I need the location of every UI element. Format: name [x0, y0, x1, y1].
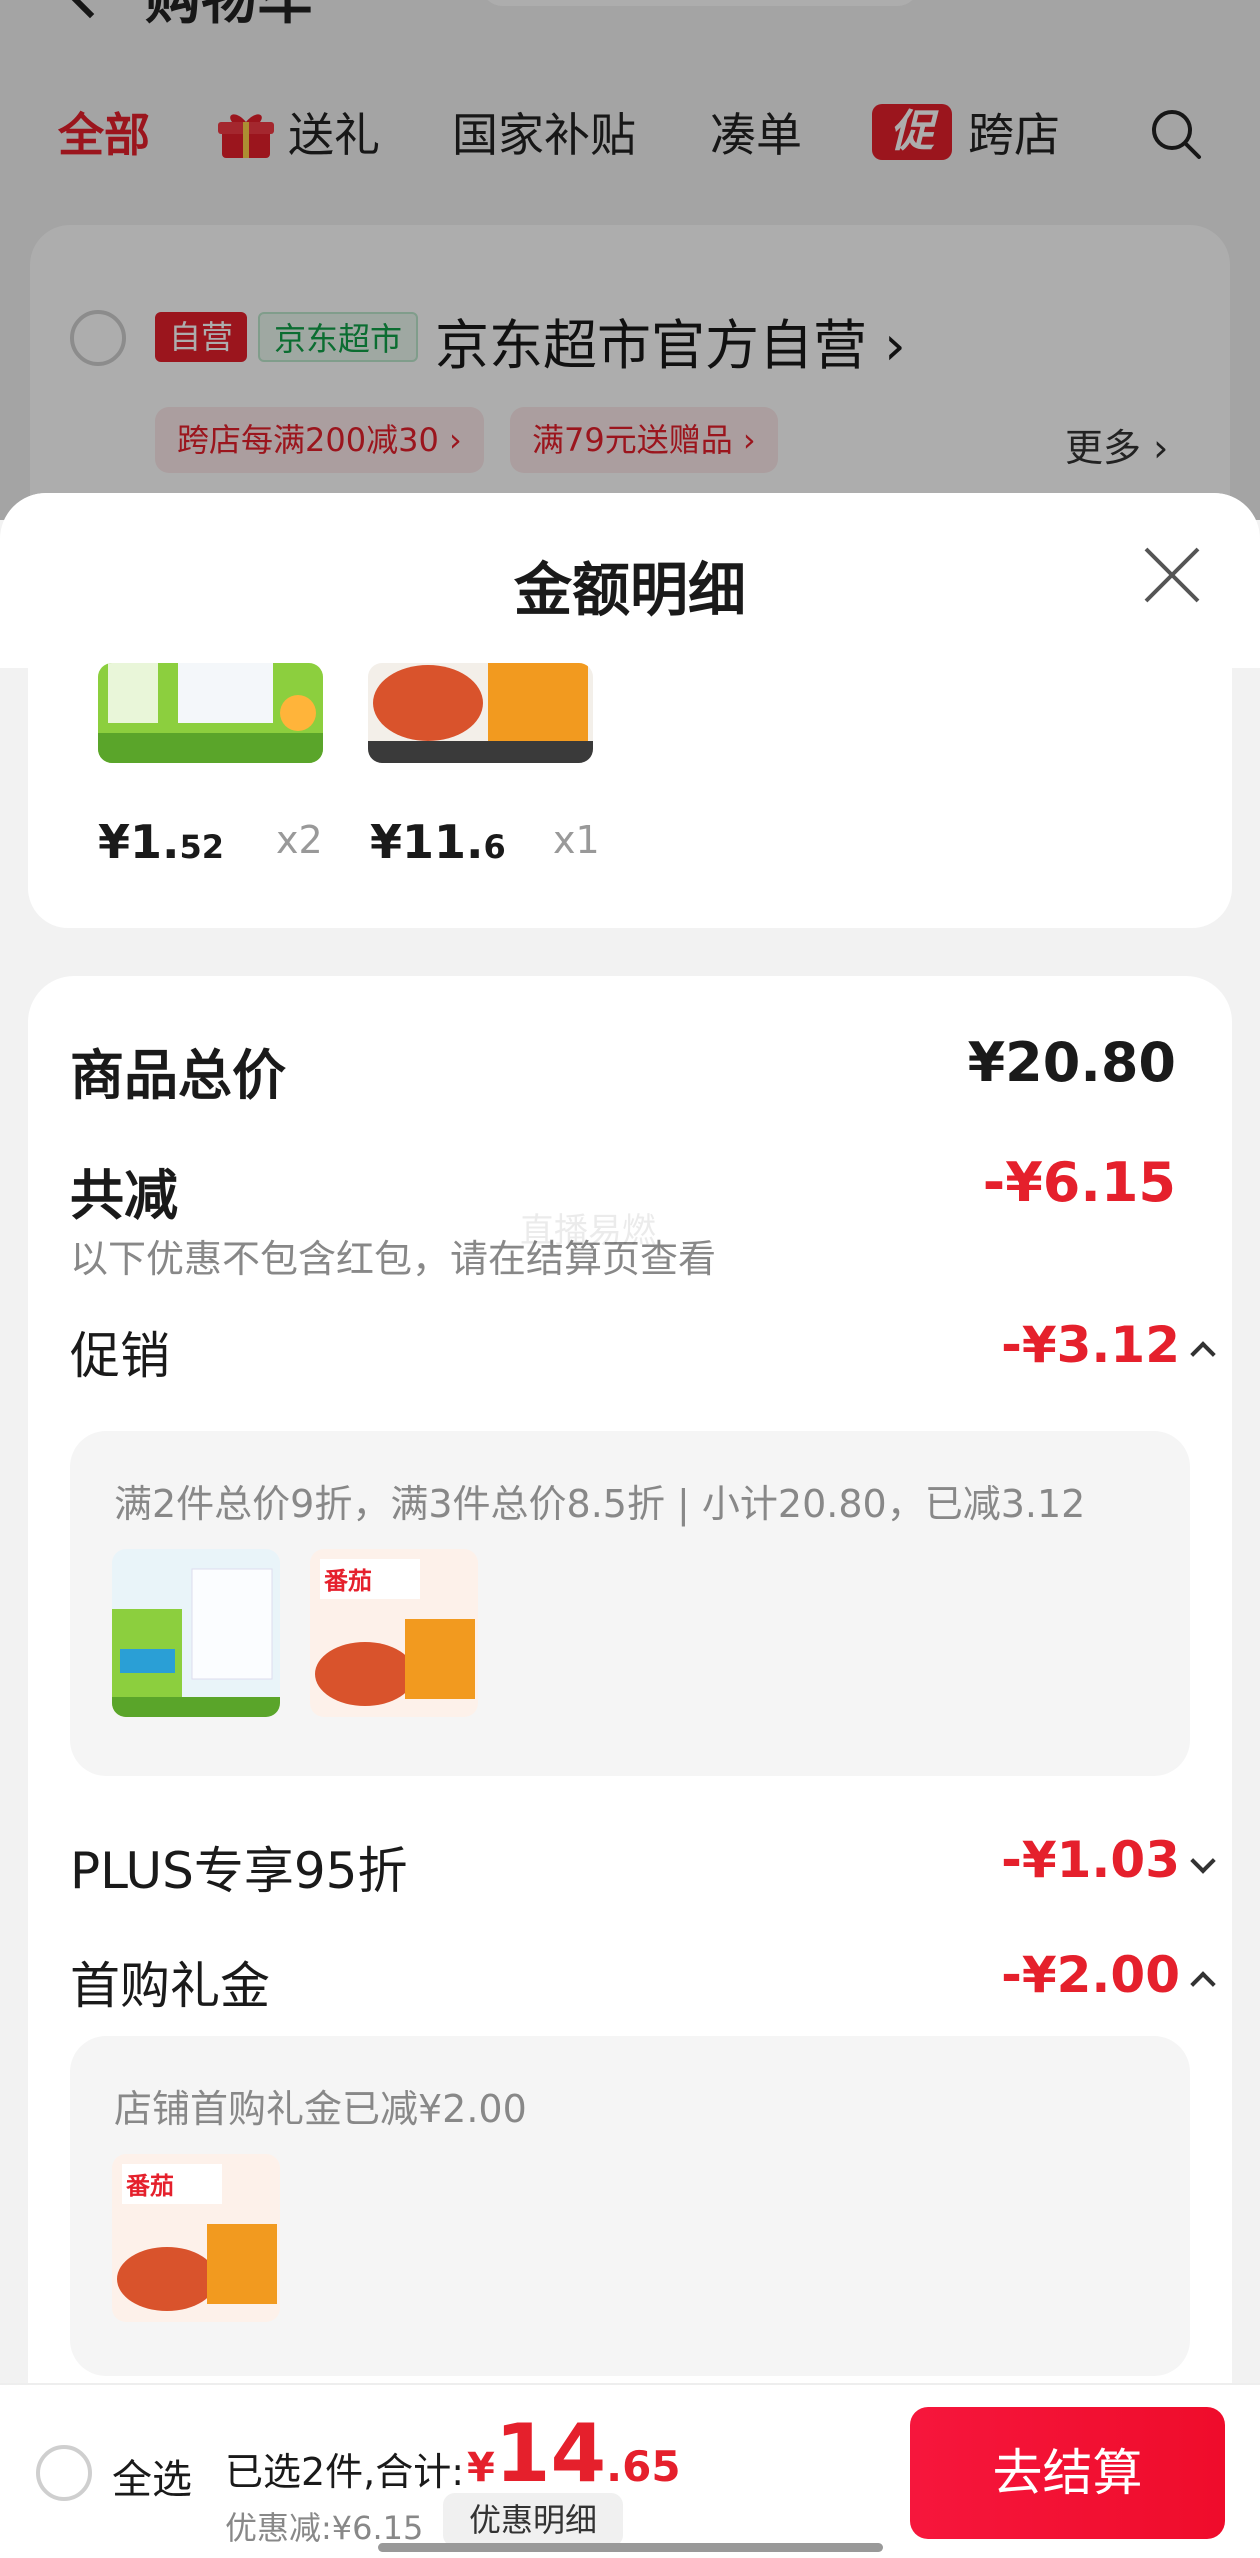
tomato-noodle-thumb: 番茄 — [310, 1549, 478, 1717]
tomato-noodle-thumb: 番茄 — [112, 2154, 280, 2322]
checkout-bar: 全选 已选2件,合计: ¥14.65 优惠减:¥6.15 优惠明细 去结算 — [0, 2383, 1260, 2558]
chevron-up-icon — [1190, 1970, 1216, 1997]
salt-product-thumb — [112, 1549, 280, 1717]
chevron-down-icon — [1190, 1847, 1216, 1874]
sheet-header: 金额明细 — [0, 493, 1260, 668]
plus-discount-value: -¥1.03 — [1001, 1831, 1180, 1889]
plus-discount-label: PLUS专享95折 — [70, 1842, 408, 1900]
promo-value: -¥3.12 — [1001, 1316, 1180, 1374]
item-price-2: ¥11.6 — [370, 815, 506, 869]
total-reduce-label: 共减 — [70, 1164, 178, 1227]
total-amount: ¥14.65 — [467, 2407, 681, 2500]
promo-label: 促销 — [70, 1327, 170, 1385]
plus-row-toggle[interactable]: -¥1.03 — [1001, 1831, 1216, 1889]
select-all-radio[interactable] — [36, 2445, 92, 2501]
item-qty-2: x1 — [553, 818, 600, 862]
chevron-up-icon — [1190, 1340, 1216, 1367]
selected-count: 已选2件,合计: — [225, 2450, 465, 2494]
total-price-value: ¥20.80 — [967, 1031, 1176, 1094]
home-indicator[interactable] — [378, 2543, 883, 2552]
select-all-label[interactable]: 全选 — [112, 2447, 192, 2505]
modal-overlay[interactable] — [0, 0, 1260, 520]
svg-text:番茄: 番茄 — [323, 1567, 372, 1595]
item-qty-1: x2 — [276, 818, 323, 862]
salt-product-image — [98, 663, 323, 763]
discount-detail-button[interactable]: 优惠明细 — [443, 2493, 623, 2547]
first-purchase-detail-box: 店铺首购礼金已减¥2.00 番茄 — [70, 2036, 1190, 2376]
sheet-title: 金额明细 — [513, 556, 746, 624]
first-purchase-row-toggle[interactable]: -¥2.00 — [1001, 1946, 1216, 2004]
total-price-label: 商品总价 — [70, 1044, 286, 1107]
tomato-noodle-product-image — [368, 663, 593, 763]
svg-text:番茄: 番茄 — [125, 2172, 174, 2200]
total-reduce-value: -¥6.15 — [982, 1151, 1176, 1214]
items-card: ¥1.52 x2 ¥11.6 x1 — [28, 663, 1232, 928]
promo-detail-box: 满2件总价9折，满3件总价8.5折 | 小计20.80，已减3.12 番茄 — [70, 1431, 1190, 1776]
watermark: 直播易燃 — [520, 1211, 656, 1251]
promo-detail-text: 满2件总价9折，满3件总价8.5折 | 小计20.80，已减3.12 — [114, 1482, 1086, 1526]
first-purchase-detail-text: 店铺首购礼金已减¥2.00 — [114, 2087, 527, 2131]
close-icon[interactable] — [1140, 543, 1204, 607]
promo-row-toggle[interactable]: -¥3.12 — [1001, 1316, 1216, 1374]
first-purchase-label: 首购礼金 — [70, 1957, 270, 2015]
first-purchase-value: -¥2.00 — [1001, 1946, 1180, 2004]
checkout-button[interactable]: 去结算 — [910, 2407, 1225, 2539]
item-price-1: ¥1.52 — [98, 815, 225, 869]
amount-detail-sheet: 金额明细 ¥1.52 x2 ¥11.6 x1 商品总价 ¥20.80 共减 -¥… — [0, 493, 1260, 2558]
